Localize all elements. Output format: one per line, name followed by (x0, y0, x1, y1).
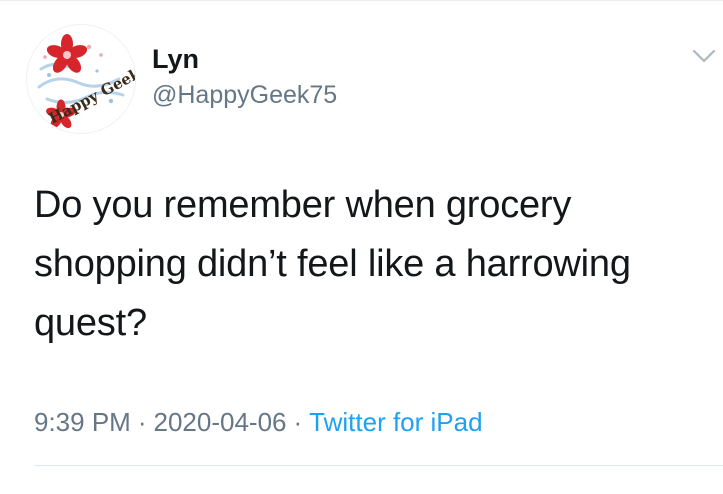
author-handle[interactable]: @HappyGeek75 (152, 80, 337, 110)
tweet-text: Do you remember when grocery shopping di… (34, 184, 631, 344)
avatar-image: Happy Geek (37, 34, 135, 129)
chevron-down-icon[interactable] (692, 46, 716, 66)
meta-separator: · (137, 407, 147, 437)
tweet-date[interactable]: 2020-04-06 (154, 407, 287, 437)
tweet-meta: 9:39 PM · 2020-04-06 · Twitter for iPad (34, 404, 483, 440)
tweet-source-link[interactable]: Twitter for iPad (309, 407, 482, 437)
bottom-divider (34, 465, 723, 466)
top-divider (0, 0, 723, 1)
author-display-name[interactable]: Lyn (152, 44, 199, 74)
tweet-time[interactable]: 9:39 PM (34, 407, 131, 437)
avatar[interactable]: Happy Geek (26, 24, 136, 134)
meta-separator: · (293, 407, 303, 437)
